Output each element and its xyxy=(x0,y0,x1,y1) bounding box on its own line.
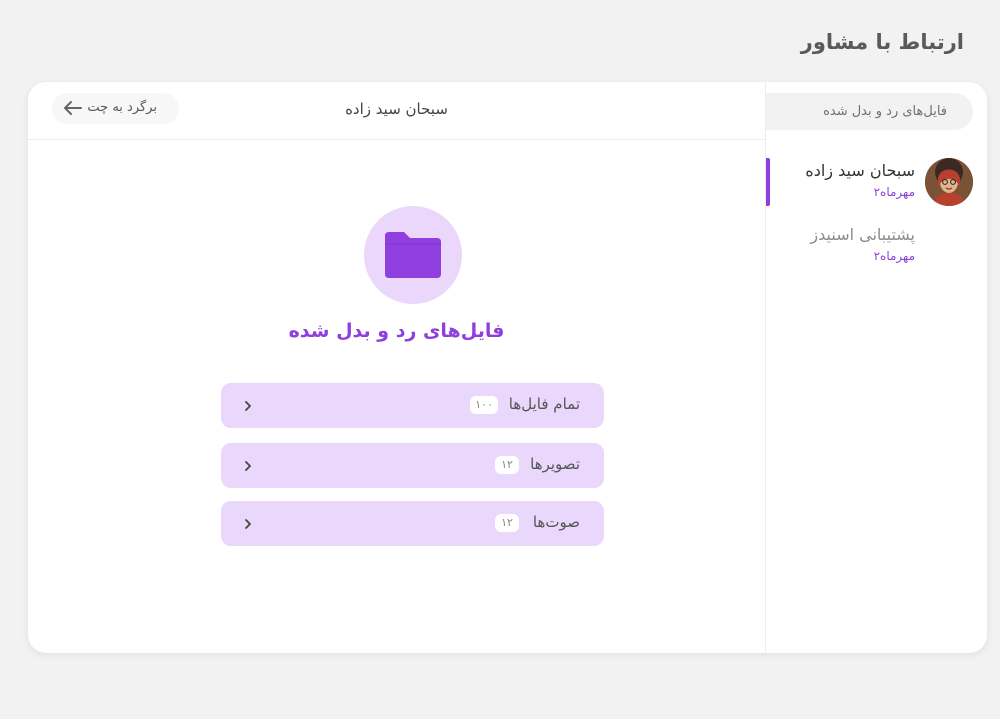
arrow-left-icon xyxy=(64,101,82,115)
category-row-images[interactable]: تصویرها ۱۲ xyxy=(221,443,604,488)
chevron-right-icon xyxy=(245,401,251,411)
page-title: ارتباط با مشاور xyxy=(800,30,964,54)
active-indicator xyxy=(766,158,770,206)
back-to-chat-button[interactable]: برگرد به چت xyxy=(52,93,179,124)
files-section-title: فایل‌های رد و بدل شده xyxy=(288,320,505,342)
chat-card: فایل‌های رد و بدل شده سبحان سید زاده مهر… xyxy=(28,82,987,653)
main-panel: سبحان سید زاده برگرد به چت فایل‌های رد و… xyxy=(28,82,765,653)
category-row-all-files[interactable]: تمام فایل‌ها ۱۰۰ xyxy=(221,383,604,428)
chevron-right-icon xyxy=(245,461,251,471)
category-label: تمام فایل‌ها xyxy=(508,395,580,413)
sidebar-search-item[interactable]: فایل‌های رد و بدل شده xyxy=(766,93,973,130)
avatar xyxy=(925,158,973,206)
category-row-audio[interactable]: صوت‌ها ۱۲ xyxy=(221,501,604,546)
folder-icon xyxy=(385,232,441,278)
category-label: صوت‌ها xyxy=(532,513,580,531)
contact-name: پشتیبانی اسنیدز xyxy=(810,225,915,244)
contact-date: مهرماه۲ xyxy=(873,185,915,199)
contact-item-active[interactable]: سبحان سید زاده مهرماه۲ xyxy=(766,158,987,208)
count-badge: ۱۲ xyxy=(495,514,519,532)
contact-item[interactable]: پشتیبانی اسنیدز مهرماه۲ xyxy=(766,222,987,272)
contact-name: سبحان سید زاده xyxy=(805,161,915,180)
count-badge: ۱۲ xyxy=(495,456,519,474)
category-label: تصویرها xyxy=(530,455,580,473)
sidebar: فایل‌های رد و بدل شده سبحان سید زاده مهر… xyxy=(765,82,987,653)
contact-date: مهرماه۲ xyxy=(873,249,915,263)
back-button-label: برگرد به چت xyxy=(87,100,157,115)
folder-badge xyxy=(364,206,462,304)
chevron-right-icon xyxy=(245,519,251,529)
chat-header: سبحان سید زاده برگرد به چت xyxy=(28,82,765,140)
count-badge: ۱۰۰ xyxy=(470,396,498,414)
